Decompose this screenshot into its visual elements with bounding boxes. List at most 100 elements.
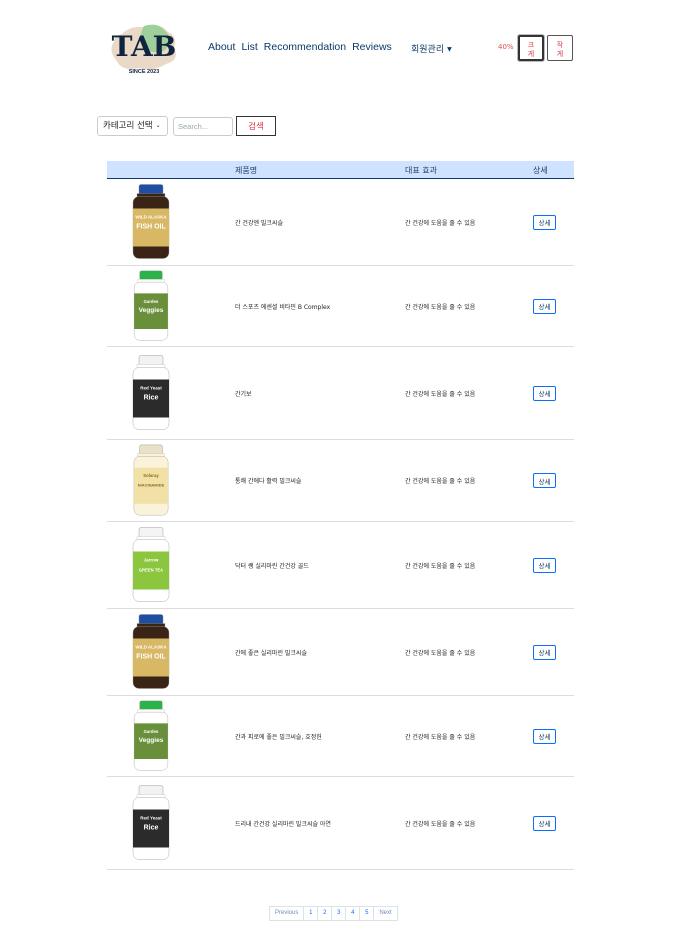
table-row: Garden Veggies 간과 피로에 좋은 밀크씨슬, 호정헌 간 건강에 도움… (107, 696, 574, 777)
detail-button[interactable]: 상세 (533, 815, 556, 831)
product-name: 간에 좋은 실리마린 밀크씨슬 (235, 649, 307, 657)
pagination-page-5[interactable]: 5 (359, 906, 375, 921)
product-label-top: Garden (144, 299, 159, 304)
detail-button[interactable]: 상세 (533, 214, 556, 230)
product-label-main: FISH OIL (136, 224, 166, 231)
product-label-main: FISH OIL (136, 654, 166, 661)
member-menu-label: 회원관리 (411, 45, 445, 55)
table-row: Jarrow GREEN TEA 닥터 쌩 실리마린 간건강 골드 간 건강에 도움을… (107, 522, 574, 609)
table-row: Red Yeast Rice 간기보 간 건강에 도움을 줄 수 있음 상세 (107, 347, 574, 440)
product-thumbnail[interactable]: Red Yeast Rice (121, 350, 181, 437)
detail-button[interactable]: 상세 (533, 644, 556, 660)
product-name: 더 스포츠 에센셜 비타민 B Complex (235, 303, 331, 311)
product-label-main: Veggies (139, 737, 164, 744)
product-label-top: WILD ALASKA (135, 215, 167, 220)
product-thumbnail[interactable]: WILD ALASKA FISH OIL (121, 612, 181, 693)
product-thumbnail[interactable]: Garden Veggies (121, 699, 181, 774)
table-header: 제품명 대표 효과 상세 (107, 161, 574, 179)
table-row: WILD ALASKA FISH OIL 간에 좋은 실리마린 밀크씨슬 간 건강에 … (107, 609, 574, 696)
detail-button[interactable]: 상세 (533, 298, 556, 314)
detail-button[interactable]: 상세 (533, 557, 556, 573)
logo-since: SINCE 2023 (129, 69, 160, 75)
category-select-label: 카테고리 선택 (103, 121, 153, 131)
product-label-main: Rice (144, 395, 159, 402)
table-row: Red Yeast Rice 드리내 간건강 실리마린 밀크씨슬 아연 간 건강에 도… (107, 777, 574, 870)
column-header-effect: 대표 효과 (405, 166, 437, 175)
pagination: Previous 1 2 3 4 5 Next (269, 906, 398, 921)
product-effect: 간 건강에 도움을 줄 수 있음 (405, 562, 476, 570)
product-label-main: Veggies (139, 307, 164, 314)
product-thumbnail[interactable]: Solaray NIACINAMIDE (121, 443, 181, 519)
tab-logo[interactable]: TAB SINCE 2023 (108, 22, 180, 76)
main-nav: About List Recommendation Reviews (208, 41, 392, 53)
product-name: 간과 피로에 좋은 밀크씨슬, 호정헌 (235, 733, 322, 741)
product-effect: 간 건강에 도움을 줄 수 있음 (405, 733, 476, 741)
font-smaller-top: 작 (556, 41, 564, 49)
pagination-previous[interactable]: Previous (269, 906, 305, 921)
search-input[interactable] (173, 117, 233, 136)
garden-veggies-product-image: Garden Veggies (133, 270, 169, 341)
logo-text: TAB (112, 30, 177, 63)
pagination-page-2[interactable]: 2 (317, 906, 333, 921)
product-name: 통쾌 간에다 활력 밀크씨슬 (235, 478, 302, 485)
font-larger-button[interactable]: 크 게 (518, 35, 544, 61)
product-table: 제품명 대표 효과 상세 WILD ALASKA FISH OIL 간 건강엔 밀크… (107, 161, 574, 870)
font-smaller-button[interactable]: 작 게 (547, 35, 573, 61)
nav-list[interactable]: List (241, 41, 257, 53)
product-thumbnail[interactable]: Jarrow GREEN TEA (121, 525, 181, 606)
product-name: 간 건강엔 밀크씨슬 (235, 219, 283, 227)
column-header-name: 제품명 (235, 166, 258, 175)
niacinamide-product-image: Solaray NIACINAMIDE (133, 444, 169, 516)
product-label-main: GREEN TEA (139, 568, 163, 573)
product-label-top: Garden (144, 729, 159, 734)
garden-veggies-product-image: Garden Veggies (133, 700, 169, 771)
product-effect: 간 건강에 도움을 줄 수 있음 (405, 219, 476, 227)
product-label-top: WILD ALASKA (135, 645, 167, 650)
nav-reviews[interactable]: Reviews (352, 41, 392, 53)
red-yeast-rice-product-image: Red Yeast Rice (132, 785, 170, 860)
pagination-page-4[interactable]: 4 (345, 906, 361, 921)
product-thumbnail[interactable]: WILD ALASKA FISH OIL (121, 182, 181, 263)
product-effect: 간 건강에 도움을 줄 수 있음 (405, 649, 476, 657)
nav-recommendation[interactable]: Recommendation (264, 41, 346, 53)
fish-oil-product-image: WILD ALASKA FISH OIL (132, 614, 170, 689)
product-effect: 간 건강에 도움을 줄 수 있음 (405, 478, 476, 485)
fish-oil-product-image: WILD ALASKA FISH OIL (132, 184, 170, 259)
zoom-level: 40% (498, 43, 514, 51)
product-thumbnail[interactable]: Garden Veggies (121, 269, 181, 344)
product-name: 닥터 쌩 실리마린 간건강 골드 (235, 562, 309, 570)
product-effect: 간 건강에 도움을 줄 수 있음 (405, 390, 476, 398)
product-name: 드리내 간건강 실리마린 밀크씨슬 아연 (235, 820, 331, 828)
search-button[interactable]: 검색 (236, 116, 276, 136)
table-body: WILD ALASKA FISH OIL 간 건강엔 밀크씨슬 간 건강에 도움을 줄… (107, 179, 574, 870)
caret-down-icon: ▼ (447, 46, 452, 53)
table-row: WILD ALASKA FISH OIL 간 건강엔 밀크씨슬 간 건강에 도움을 줄… (107, 179, 574, 266)
category-select[interactable]: 카테고리 선택 ⌄ (97, 116, 168, 136)
font-larger-bottom: 게 (527, 50, 535, 58)
font-larger-top: 크 (527, 41, 535, 49)
product-label-top: Red Yeast (140, 386, 162, 391)
detail-button[interactable]: 상세 (533, 385, 556, 401)
product-effect: 간 건강에 도움을 줄 수 있음 (405, 820, 476, 828)
member-menu-dropdown[interactable]: 회원관리 ▼ (411, 42, 452, 55)
pagination-page-1[interactable]: 1 (303, 906, 319, 921)
nav-about[interactable]: About (208, 41, 235, 53)
table-row: Garden Veggies 더 스포츠 에센셜 비타민 B Complex 간 건강… (107, 266, 574, 347)
product-label-main: NIACINAMIDE (138, 483, 165, 488)
product-thumbnail[interactable]: Red Yeast Rice (121, 780, 181, 867)
product-name: 간기보 (235, 390, 252, 398)
column-header-detail: 상세 (533, 166, 548, 175)
font-smaller-bottom: 게 (556, 50, 564, 58)
chevron-down-icon: ⌄ (155, 122, 161, 129)
pagination-next[interactable]: Next (373, 906, 398, 921)
red-yeast-rice-product-image: Red Yeast Rice (132, 355, 170, 430)
detail-button[interactable]: 상세 (533, 728, 556, 744)
product-effect: 간 건강에 도움을 줄 수 있음 (405, 303, 476, 311)
detail-button[interactable]: 상세 (533, 473, 556, 488)
table-row: Solaray NIACINAMIDE 통쾌 간에다 활력 밀크씨슬 간 건강에 도움… (107, 440, 574, 522)
pagination-page-3[interactable]: 3 (331, 906, 347, 921)
green-tea-product-image: Jarrow GREEN TEA (132, 527, 170, 602)
product-label-top: Jarrow (144, 558, 159, 563)
product-label-top: Red Yeast (140, 816, 162, 821)
product-label-main: Rice (144, 825, 159, 832)
